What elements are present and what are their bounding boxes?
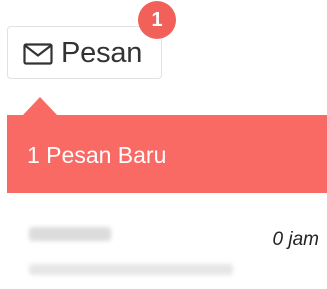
dropdown-header-text: 1 Pesan Baru: [27, 142, 167, 168]
messages-widget: Pesan 1 1 Pesan Baru 0 jam: [0, 0, 327, 289]
messages-button[interactable]: Pesan: [7, 26, 162, 79]
dropdown-header: 1 Pesan Baru: [7, 115, 327, 193]
message-list-item[interactable]: 0 jam: [7, 215, 327, 289]
dropdown-pointer: [23, 97, 57, 115]
message-time: 0 jam: [272, 229, 319, 250]
messages-button-label: Pesan: [61, 37, 143, 69]
envelope-icon: [23, 43, 53, 65]
message-sender-redacted: [29, 227, 111, 241]
unread-count-badge: 1: [138, 1, 176, 39]
message-subject-redacted: [29, 264, 233, 275]
